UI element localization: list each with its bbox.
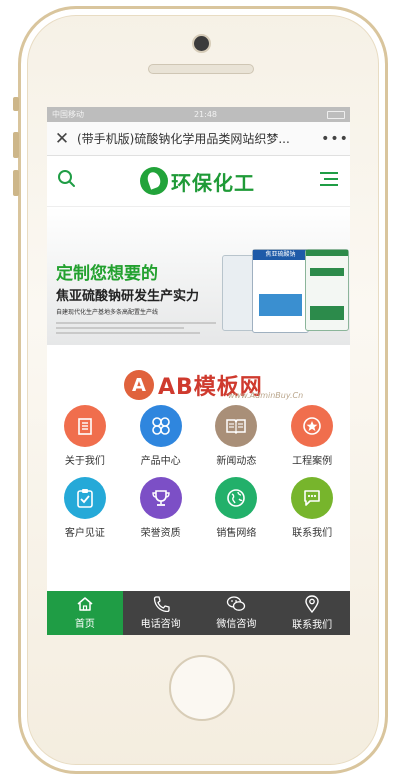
product-bag-label: 焦亚硫酸钠 (253, 250, 308, 260)
logo-text: 环保化工 (171, 170, 255, 195)
nav-tile-honors[interactable]: 荣誉资质 (123, 477, 199, 539)
phone-screen: 中国移动 21:48 ✕ (带手机版)硫酸钠化学用品类网站织梦... ••• 环… (47, 107, 350, 635)
more-icon[interactable]: ••• (320, 131, 350, 147)
watermark-url: www.AdminBuy.Cn (228, 391, 304, 400)
product-bag-image: 焦亚硫酸钠 (252, 249, 309, 333)
clipboard-check-icon (63, 477, 106, 519)
clock-text: 21:48 (193, 110, 218, 119)
site-header: 环保化工 (47, 156, 350, 206)
banner-headline: 定制您想要的 (56, 264, 158, 284)
wechat-icon (227, 596, 246, 611)
volume-down-button (13, 170, 19, 196)
tab-home[interactable]: 首页 (47, 591, 123, 635)
browser-title-bar: ✕ (带手机版)硫酸钠化学用品类网站织梦... ••• (47, 122, 350, 156)
nav-tile-label: 客户见证 (64, 528, 105, 539)
banner-subheadline: 焦亚硫酸钠研发生产实力 (56, 289, 200, 304)
building-icon (63, 405, 106, 447)
star-badge-icon (291, 405, 334, 447)
earpiece-speaker (148, 64, 254, 74)
tab-wechat[interactable]: 微信咨询 (199, 591, 275, 635)
chat-icon (291, 477, 334, 519)
nav-tile-testimonials[interactable]: 客户见证 (47, 477, 123, 539)
home-button[interactable] (169, 655, 235, 721)
banner-tagline: 自建现代化生产基地多条高配置生产线 (56, 309, 159, 316)
trophy-icon (139, 477, 182, 519)
nav-tile-contact[interactable]: 联系我们 (274, 477, 350, 539)
nav-tile-label: 工程案例 (292, 456, 333, 467)
product-bag-image (305, 249, 349, 331)
page-title: (带手机版)硫酸钠化学用品类网站织梦... (77, 132, 290, 146)
tab-label: 首页 (74, 619, 95, 630)
nav-tile-cases[interactable]: 工程案例 (274, 405, 350, 467)
leaf-logo-icon (140, 167, 168, 195)
home-icon (77, 597, 93, 611)
site-logo[interactable]: 环保化工 (140, 167, 255, 196)
menu-icon[interactable] (318, 169, 340, 193)
nav-tile-label: 产品中心 (140, 456, 181, 467)
mute-switch (13, 97, 19, 111)
nav-tile-label: 新闻动态 (216, 456, 257, 467)
hero-banner[interactable]: 定制您想要的 焦亚硫酸钠研发生产实力 自建现代化生产基地多条高配置生产线 焦亚硫… (47, 206, 350, 345)
banner-fine-print (56, 319, 216, 337)
tab-contact[interactable]: 联系我们 (274, 591, 350, 635)
front-camera (192, 34, 211, 53)
watermark: A AB模板网 www.AdminBuy.Cn (124, 369, 303, 401)
nav-tile-network[interactable]: 销售网络 (199, 477, 275, 539)
watermark-badge: A (124, 370, 154, 400)
bottom-tab-bar: 首页 电话咨询 微信咨询 联系我们 (47, 591, 350, 635)
tab-label: 联系我们 (292, 620, 333, 631)
search-icon[interactable] (57, 169, 77, 193)
phone-icon (153, 596, 170, 612)
nav-grid: 关于我们 产品中心 新闻动态 工程案例 客户见证 荣誉资质 销售网络 联系我们 (47, 405, 350, 539)
carrier-text: 中国移动 (52, 110, 84, 119)
nav-tile-label: 荣誉资质 (140, 528, 181, 539)
volume-up-button (13, 132, 19, 158)
battery-icon (327, 110, 345, 119)
globe-icon (215, 477, 258, 519)
nav-tile-label: 联系我们 (292, 528, 333, 539)
tab-label: 微信咨询 (216, 619, 257, 630)
close-icon[interactable]: ✕ (47, 129, 77, 149)
tab-phone[interactable]: 电话咨询 (123, 591, 199, 635)
nav-tile-news[interactable]: 新闻动态 (199, 405, 275, 467)
nav-tile-about[interactable]: 关于我们 (47, 405, 123, 467)
location-pin-icon (305, 595, 319, 613)
book-icon (215, 405, 258, 447)
nav-tile-label: 关于我们 (64, 456, 105, 467)
status-bar: 中国移动 21:48 (47, 107, 350, 122)
nav-tile-products[interactable]: 产品中心 (123, 405, 199, 467)
nav-tile-label: 销售网络 (216, 528, 257, 539)
tab-label: 电话咨询 (140, 619, 181, 630)
clover-icon (139, 405, 182, 447)
